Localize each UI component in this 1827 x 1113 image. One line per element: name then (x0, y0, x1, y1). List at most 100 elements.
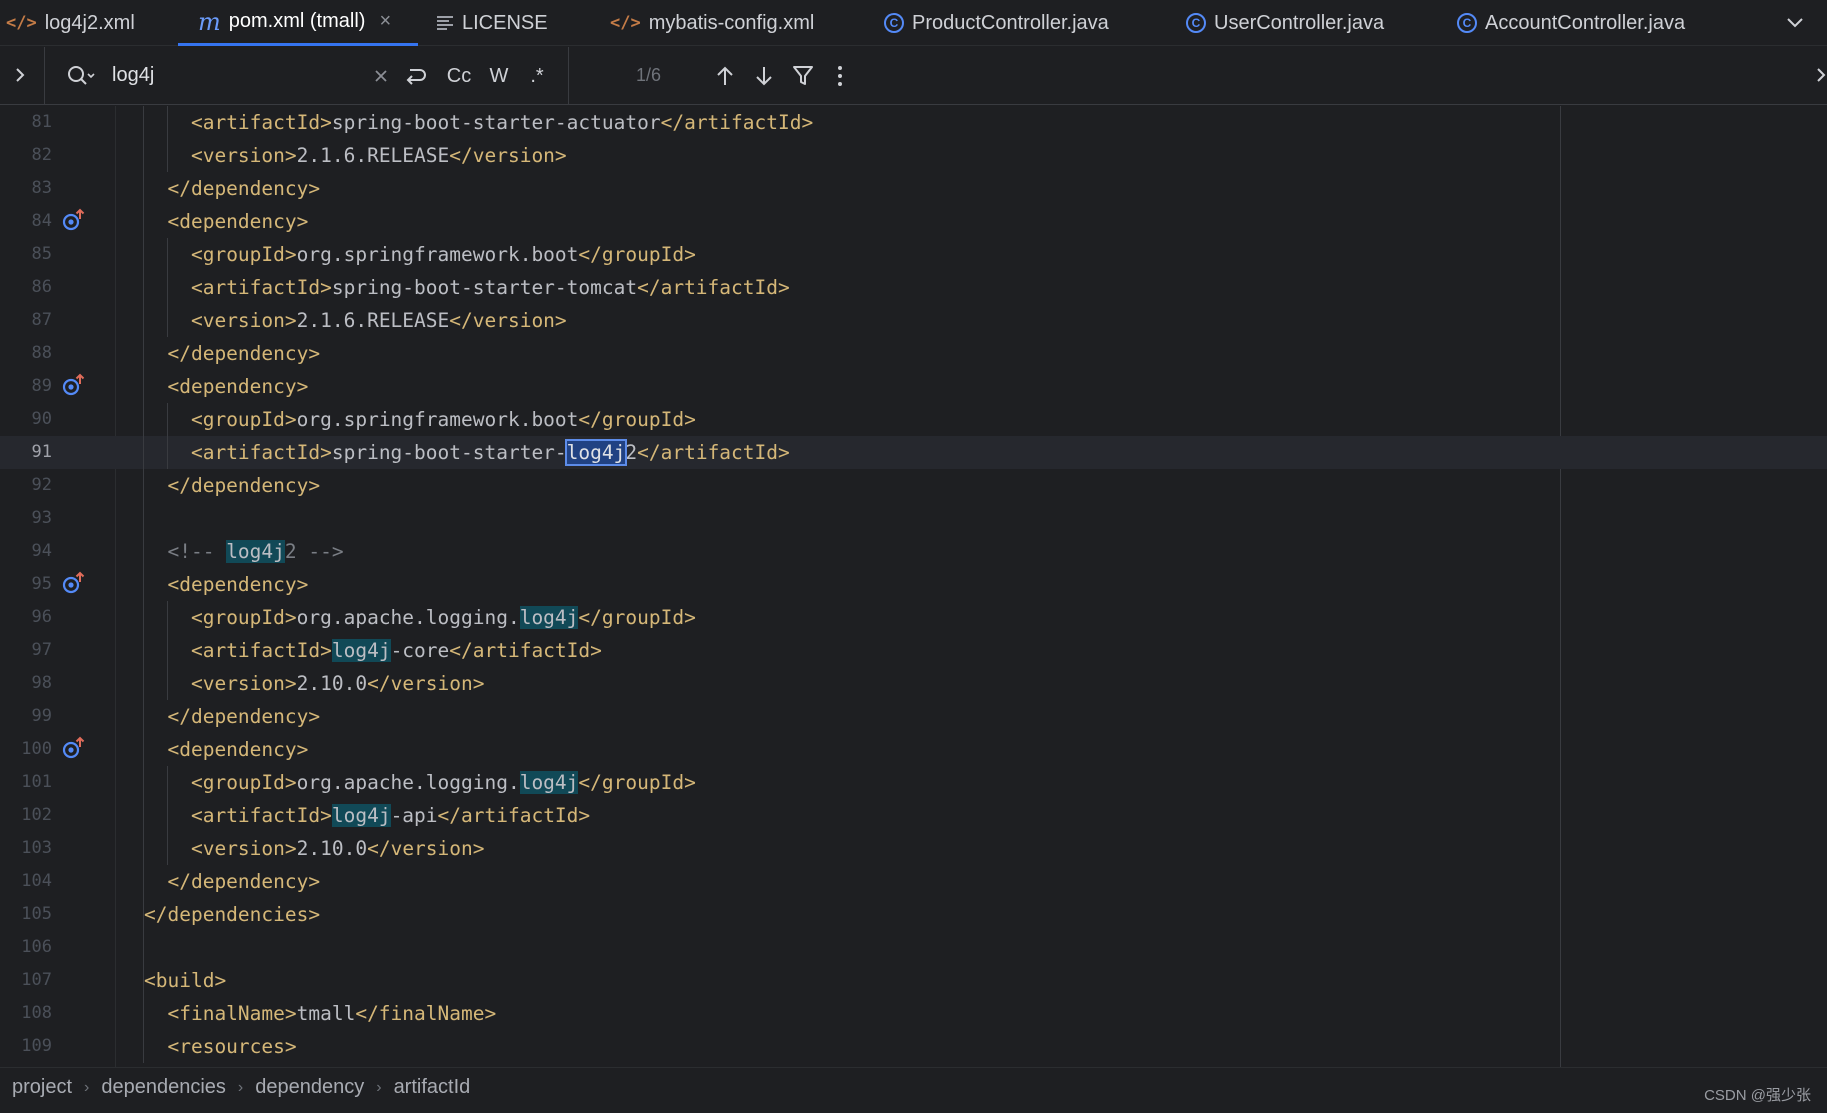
line-number[interactable]: 84 (0, 205, 52, 238)
breadcrumb-item[interactable]: project (12, 1076, 72, 1099)
new-line-icon[interactable] (400, 61, 430, 91)
line-number[interactable]: 104 (0, 865, 52, 898)
line-number[interactable]: 92 (0, 469, 52, 502)
code-line[interactable]: 106 (0, 931, 1827, 964)
line-number[interactable]: 99 (0, 700, 52, 733)
code-line[interactable]: 85 <groupId>org.springframework.boot</gr… (0, 238, 1827, 271)
line-number[interactable]: 93 (0, 502, 52, 535)
code-text: <dependency> (167, 738, 309, 761)
code-line[interactable]: 99 </dependency> (0, 700, 1827, 733)
line-number[interactable]: 101 (0, 766, 52, 799)
line-number[interactable]: 91 (0, 436, 52, 469)
tab-license[interactable]: LICENSE (436, 0, 548, 46)
code-line[interactable]: 100 <dependency> (0, 733, 1827, 766)
code-editor[interactable]: 81 <artifactId>spring-boot-starter-actua… (0, 106, 1827, 1067)
code-line[interactable]: 84 <dependency> (0, 205, 1827, 238)
line-number[interactable]: 81 (0, 106, 52, 139)
search-history-icon[interactable] (66, 63, 96, 89)
search-input[interactable] (112, 59, 352, 91)
line-number[interactable]: 83 (0, 172, 52, 205)
line-number[interactable]: 96 (0, 601, 52, 634)
line-number[interactable]: 100 (0, 733, 52, 766)
code-line[interactable]: 90 <groupId>org.springframework.boot</gr… (0, 403, 1827, 436)
breadcrumb-item[interactable]: artifactId (394, 1076, 471, 1099)
code-line[interactable]: 89 <dependency> (0, 370, 1827, 403)
code-line[interactable]: 104 </dependency> (0, 865, 1827, 898)
arrow-down-icon[interactable] (751, 61, 777, 91)
match-case-button[interactable]: Cc (442, 61, 476, 91)
code-text: <!-- log4j2 --> (167, 540, 344, 563)
line-number[interactable]: 97 (0, 634, 52, 667)
more-options-icon[interactable] (830, 61, 850, 91)
code-line[interactable]: 94 <!-- log4j2 --> (0, 535, 1827, 568)
code-line[interactable]: 98 <version>2.10.0</version> (0, 667, 1827, 700)
tab-pom-xml[interactable]: m pom.xml (tmall) × (178, 0, 418, 46)
code-line[interactable]: 81 <artifactId>spring-boot-starter-actua… (0, 106, 1827, 139)
line-number[interactable]: 106 (0, 931, 52, 964)
breadcrumb-item[interactable]: dependencies (101, 1076, 226, 1099)
code-line[interactable]: 103 <version>2.10.0</version> (0, 832, 1827, 865)
arrow-up-icon[interactable] (712, 61, 738, 91)
tab-log4j2-xml[interactable]: </> log4j2.xml (6, 0, 135, 46)
regex-button[interactable]: .* (522, 61, 552, 91)
override-icon[interactable] (60, 571, 86, 597)
line-number[interactable]: 86 (0, 271, 52, 304)
tab-label: pom.xml (tmall) (228, 10, 366, 32)
filter-icon[interactable] (790, 61, 816, 91)
tab-product-controller[interactable]: C ProductController.java (884, 0, 1109, 46)
line-number[interactable]: 94 (0, 535, 52, 568)
line-number[interactable]: 108 (0, 997, 52, 1030)
line-number[interactable]: 105 (0, 898, 52, 931)
tab-account-controller[interactable]: C AccountController.java (1457, 0, 1685, 46)
code-line[interactable]: 105 </dependencies> (0, 898, 1827, 931)
code-line[interactable]: 82 <version>2.1.6.RELEASE</version> (0, 139, 1827, 172)
code-line[interactable]: 87 <version>2.1.6.RELEASE</version> (0, 304, 1827, 337)
code-line[interactable]: 93 (0, 502, 1827, 535)
breadcrumb-item[interactable]: dependency (255, 1076, 364, 1099)
line-number[interactable]: 87 (0, 304, 52, 337)
line-number[interactable]: 82 (0, 139, 52, 172)
override-icon[interactable] (60, 736, 86, 762)
whole-words-button[interactable]: W (484, 61, 514, 91)
override-icon[interactable] (60, 208, 86, 234)
code-line[interactable]: 91 <artifactId>spring-boot-starter-log4j… (0, 436, 1827, 469)
line-number[interactable]: 107 (0, 964, 52, 997)
chevron-right-icon[interactable] (1812, 63, 1827, 87)
code-line[interactable]: 108 <finalName>tmall</finalName> (0, 997, 1827, 1030)
line-number[interactable]: 95 (0, 568, 52, 601)
code-line[interactable]: 102 <artifactId>log4j-api</artifactId> (0, 799, 1827, 832)
code-line[interactable]: 109 <resources> (0, 1030, 1827, 1063)
tab-mybatis-config-xml[interactable]: </> mybatis-config.xml (610, 0, 814, 46)
line-number[interactable]: 103 (0, 832, 52, 865)
line-number[interactable]: 90 (0, 403, 52, 436)
override-icon[interactable] (60, 373, 86, 399)
chevron-right-icon: › (376, 1078, 382, 1096)
clear-search-icon[interactable] (368, 61, 394, 91)
code-line[interactable]: 96 <groupId>org.apache.logging.log4j</gr… (0, 601, 1827, 634)
tab-user-controller[interactable]: C UserController.java (1186, 0, 1384, 46)
code-line[interactable]: 86 <artifactId>spring-boot-starter-tomca… (0, 271, 1827, 304)
chevron-right-icon[interactable] (8, 63, 32, 87)
code-line[interactable]: 92 </dependency> (0, 469, 1827, 502)
line-number[interactable]: 109 (0, 1030, 52, 1063)
code-line[interactable]: 88 </dependency> (0, 337, 1827, 370)
code-text: <version>2.10.0</version> (190, 837, 485, 860)
chevron-down-icon[interactable] (1780, 8, 1810, 38)
editor-tab-bar: </> log4j2.xml m pom.xml (tmall) × LICEN… (0, 0, 1827, 46)
watermark: CSDN @强少张 (1704, 1087, 1811, 1104)
code-line[interactable]: 95 <dependency> (0, 568, 1827, 601)
code-line[interactable]: 97 <artifactId>log4j-core</artifactId> (0, 634, 1827, 667)
line-number[interactable]: 102 (0, 799, 52, 832)
match-count: 1/6 (636, 65, 662, 85)
close-icon[interactable]: × (379, 10, 391, 33)
tab-label: mybatis-config.xml (648, 11, 815, 34)
maven-file-icon: m (198, 7, 221, 36)
line-number[interactable]: 89 (0, 370, 52, 403)
code-line[interactable]: 107 <build> (0, 964, 1827, 997)
line-number[interactable]: 88 (0, 337, 52, 370)
code-line[interactable]: 101 <groupId>org.apache.logging.log4j</g… (0, 766, 1827, 799)
line-number[interactable]: 85 (0, 238, 52, 271)
line-number[interactable]: 98 (0, 667, 52, 700)
code-line[interactable]: 83 </dependency> (0, 172, 1827, 205)
code-text: <finalName>tmall</finalName> (167, 1002, 497, 1025)
